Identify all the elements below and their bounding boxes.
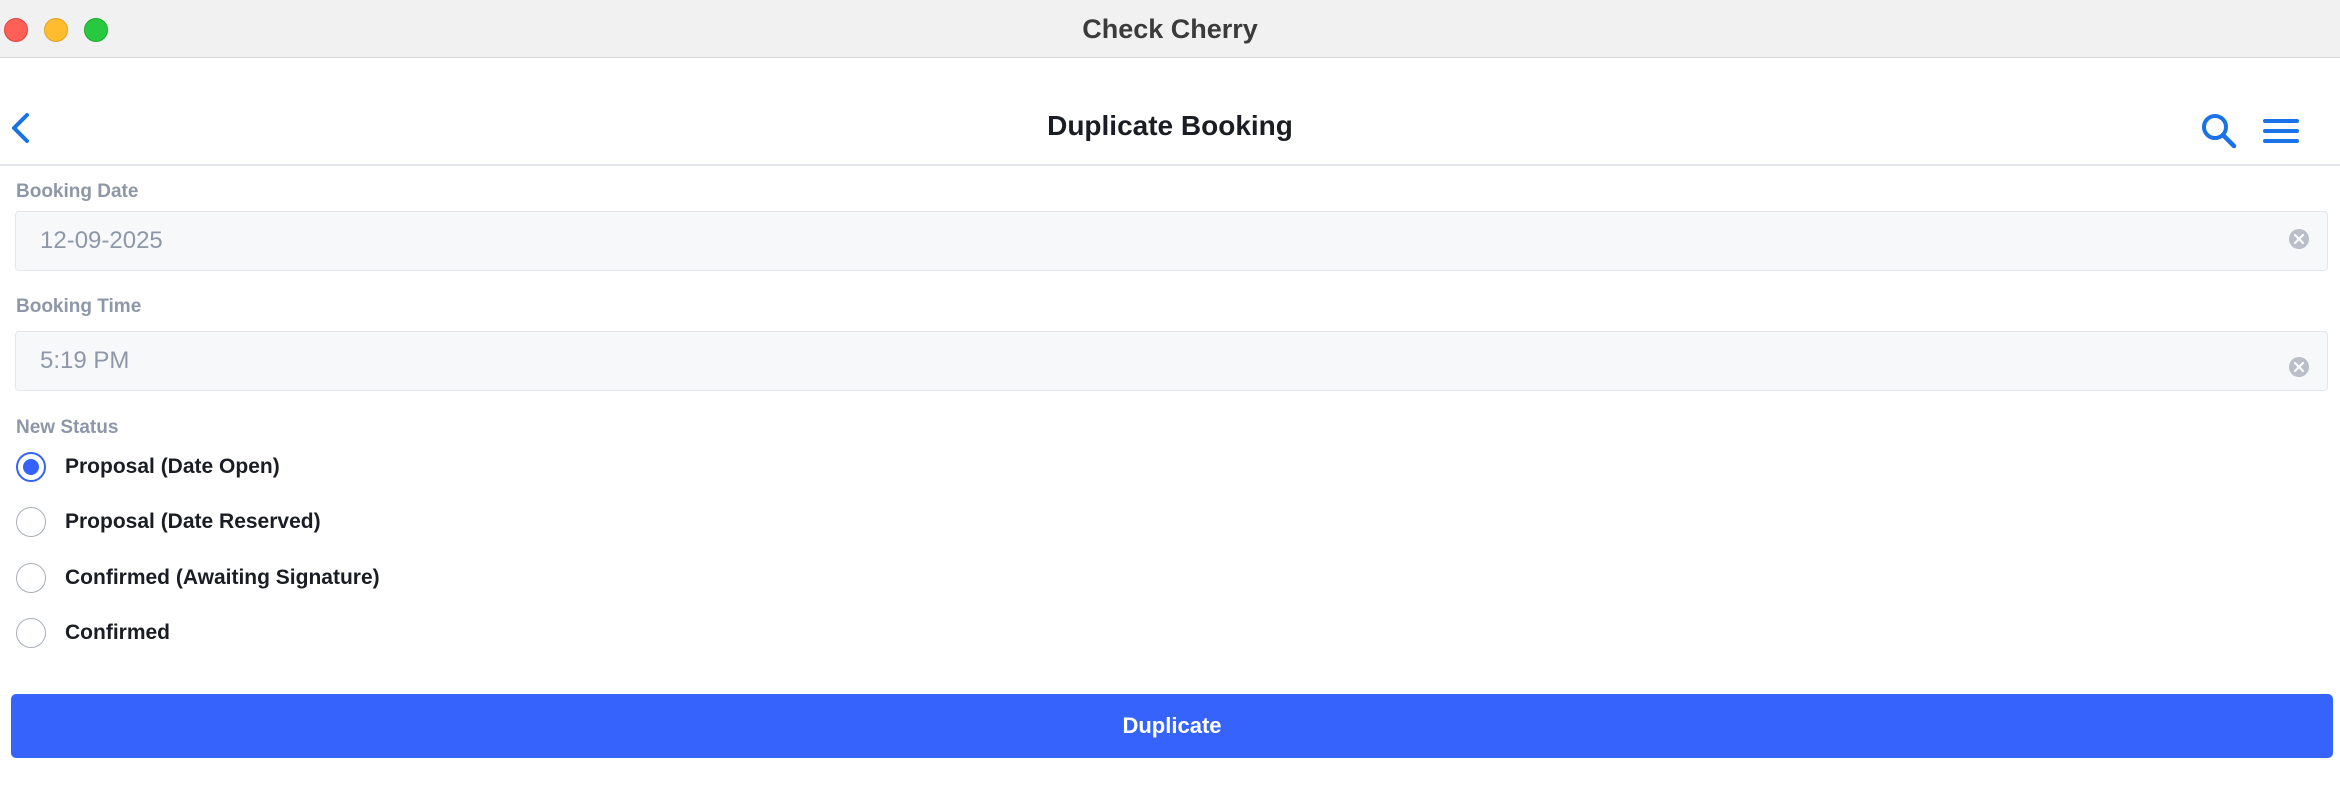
status-option-label: Proposal (Date Open) (65, 455, 280, 478)
status-option-proposal-date-reserved[interactable]: Proposal (Date Reserved) (14, 502, 614, 542)
booking-time-label: Booking Time (16, 296, 142, 317)
status-option-confirmed[interactable]: Confirmed (14, 613, 614, 653)
status-option-confirmed-awaiting-signature[interactable]: Confirmed (Awaiting Signature) (14, 558, 614, 598)
window-titlebar: Check Cherry (0, 0, 2340, 58)
radio-button[interactable] (16, 507, 46, 537)
clear-time-icon[interactable] (2288, 356, 2310, 378)
booking-date-label: Booking Date (16, 181, 139, 202)
booking-date-input[interactable] (15, 211, 2328, 271)
window-title: Check Cherry (1082, 14, 1258, 44)
radio-button[interactable] (16, 618, 46, 648)
booking-time-input[interactable] (15, 331, 2328, 391)
radio-button[interactable] (16, 452, 46, 482)
status-option-label: Confirmed (Awaiting Signature) (65, 566, 380, 589)
navigation-bar: Duplicate Booking (0, 58, 2340, 166)
status-option-label: Confirmed (65, 621, 170, 644)
clear-date-icon[interactable] (2288, 228, 2310, 250)
search-icon[interactable] (2200, 112, 2238, 150)
hamburger-menu-icon[interactable] (2262, 114, 2300, 148)
duplicate-button[interactable]: Duplicate (11, 694, 2333, 758)
status-option-label: Proposal (Date Reserved) (65, 510, 321, 533)
radio-button[interactable] (16, 563, 46, 593)
page-title: Duplicate Booking (1047, 110, 1293, 141)
new-status-label: New Status (16, 417, 119, 438)
status-option-proposal-date-open[interactable]: Proposal (Date Open) (14, 447, 614, 487)
